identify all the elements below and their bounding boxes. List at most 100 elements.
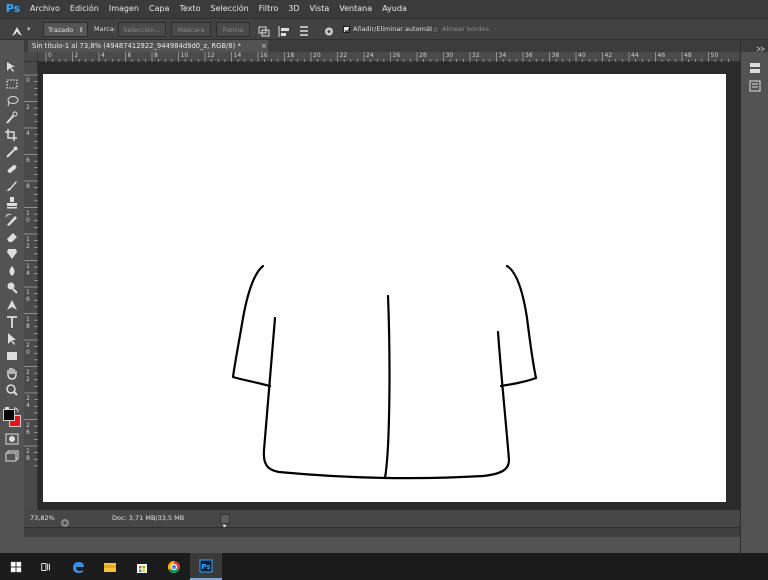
- eyedropper-tool-icon[interactable]: [4, 144, 20, 158]
- document-tab-bar: Sin título-1 al 73,8% (49487412922_94498…: [24, 40, 740, 52]
- ruler-left-label: 2: [26, 103, 30, 111]
- menu-edicion[interactable]: Edición: [65, 0, 104, 18]
- align-edges-checkbox[interactable]: [432, 26, 439, 33]
- swap-colors-icon[interactable]: [4, 399, 20, 413]
- chevron-updown-icon: ⇕: [78, 26, 84, 34]
- menu-imagen[interactable]: Imagen: [104, 0, 144, 18]
- right-panel-dock: [740, 40, 768, 553]
- document-size: Doc: 3,71 MB/33,5 MB: [112, 514, 185, 522]
- document-workspace[interactable]: [38, 62, 740, 510]
- status-info-icon[interactable]: [60, 513, 70, 527]
- timeline-panel-strip[interactable]: [24, 527, 740, 537]
- ruler-top-label: 28: [419, 52, 427, 59]
- ruler-left-label: 8: [26, 183, 30, 190]
- lasso-tool-icon[interactable]: [4, 93, 20, 107]
- windows-start-icon[interactable]: [0, 553, 32, 580]
- gear-icon[interactable]: [322, 23, 336, 36]
- auto-add-delete-checkbox[interactable]: [343, 26, 351, 34]
- ruler-top-label: 22: [339, 52, 348, 59]
- ruler-top-label: 0: [48, 52, 52, 59]
- layers-panel-icon[interactable]: [748, 60, 762, 74]
- tool-preset-chevron-icon[interactable]: ▾: [27, 22, 30, 37]
- gradient-tool-icon[interactable]: [4, 246, 20, 260]
- move-tool-icon[interactable]: [4, 59, 20, 73]
- menu-filtro[interactable]: Filtro: [254, 0, 284, 18]
- quick-mask-icon[interactable]: [4, 431, 20, 445]
- rectangle-tool-icon[interactable]: [4, 348, 20, 362]
- pen-icon[interactable]: [10, 23, 24, 36]
- quick-select-tool-icon[interactable]: [4, 110, 20, 124]
- ruler-top-label: 12: [207, 52, 215, 59]
- selection-button[interactable]: Selección...: [118, 22, 166, 37]
- ruler-top-label: 20: [313, 52, 321, 59]
- menu-texto[interactable]: Texto: [174, 0, 205, 18]
- ruler-left-label: 10: [26, 209, 30, 224]
- shape-button[interactable]: Forma: [216, 22, 250, 37]
- menu-ayuda[interactable]: Ayuda: [377, 0, 412, 18]
- screen-mode-icon[interactable]: [4, 448, 20, 462]
- dodge-tool-icon[interactable]: [4, 280, 20, 294]
- edge-browser-icon[interactable]: [62, 553, 94, 580]
- align-edges-label: Alinear bordes: [442, 25, 490, 33]
- hand-tool-icon[interactable]: [4, 365, 20, 380]
- ruler-left-label: 12: [26, 236, 30, 250]
- garment-sketch: [231, 264, 538, 480]
- zoom-level[interactable]: 73,82%: [30, 513, 55, 524]
- ruler-corner[interactable]: [24, 52, 38, 62]
- marquee-tool-icon[interactable]: [4, 76, 20, 90]
- menu-capa[interactable]: Capa: [144, 0, 174, 18]
- path-select-tool-icon[interactable]: [4, 331, 20, 345]
- ruler-top-label: 38: [551, 52, 560, 59]
- document-tab[interactable]: Sin título-1 al 73,8% (49487412922_94498…: [28, 40, 268, 52]
- menu-seleccion[interactable]: Selección: [206, 0, 254, 18]
- eraser-tool-icon[interactable]: [4, 229, 20, 243]
- ruler-top-label: 34: [498, 52, 507, 59]
- left-sleeve-line: [231, 264, 272, 388]
- path-arrangement-icon[interactable]: [297, 23, 311, 36]
- foreground-color-swatch[interactable]: [3, 409, 15, 421]
- menu-archivo[interactable]: Archivo: [25, 0, 65, 18]
- menu-ventana[interactable]: Ventana: [334, 0, 377, 18]
- ruler-top-label: 4: [101, 52, 105, 59]
- store-icon[interactable]: [126, 553, 158, 580]
- ruler-top-label: 16: [260, 52, 268, 59]
- chrome-icon[interactable]: [158, 553, 190, 580]
- ruler-left-label: 26: [26, 421, 30, 436]
- zoom-tool-icon[interactable]: [4, 382, 20, 396]
- stamp-tool-icon[interactable]: [4, 195, 20, 209]
- type-tool-icon[interactable]: [4, 314, 20, 328]
- healing-brush-tool-icon[interactable]: [4, 161, 20, 175]
- task-view-icon[interactable]: [30, 553, 62, 580]
- path-operations-icon[interactable]: [257, 23, 271, 37]
- ruler-top-label: 18: [286, 52, 295, 59]
- ruler-left-label: 4: [26, 130, 30, 137]
- ruler-top[interactable]: 0 2 4 6 8 10 12 14 16 18 20 22 24 26 28 30 32 34 36 38 40 42 4…: [38, 52, 740, 62]
- blur-tool-icon[interactable]: [4, 263, 20, 277]
- file-explorer-icon[interactable]: [94, 553, 126, 580]
- mask-button[interactable]: Máscara: [171, 22, 211, 37]
- ruler-top-label: 40: [578, 52, 586, 59]
- menu-vista[interactable]: Vista: [305, 0, 335, 18]
- document-canvas[interactable]: [43, 74, 726, 502]
- ruler-top-label: 46: [657, 52, 666, 59]
- history-brush-tool-icon[interactable]: [4, 212, 20, 226]
- path-alignment-icon[interactable]: [277, 23, 291, 37]
- menu-bar: Ps Archivo Edición Imagen Capa Texto Sel…: [0, 0, 768, 18]
- brush-tool-icon[interactable]: [4, 178, 20, 192]
- mode-select[interactable]: Trazado ⇕: [43, 22, 88, 37]
- ruler-top-label: 14: [233, 52, 242, 59]
- close-icon[interactable]: ×: [261, 40, 267, 52]
- ruler-left[interactable]: 0 2 4 6 8 10 12 14 16 18 20 22 24 26 28: [24, 62, 38, 510]
- ruler-top-label: 50: [710, 52, 719, 59]
- ruler-left-label: 14: [26, 262, 30, 277]
- menu-3d[interactable]: 3D: [283, 0, 304, 18]
- document-tab-title: Sin título-1 al 73,8% (49487412922_94498…: [32, 42, 241, 50]
- panel-dock-header[interactable]: [741, 40, 768, 52]
- status-menu-arrow-icon[interactable]: [220, 514, 230, 529]
- make-label: Marca:: [94, 25, 116, 33]
- photoshop-icon[interactable]: Ps: [190, 553, 222, 580]
- properties-panel-icon[interactable]: [748, 78, 762, 92]
- crop-tool-icon[interactable]: [4, 127, 20, 141]
- tools-panel: [0, 51, 24, 471]
- pen-tool-icon[interactable]: [4, 297, 20, 311]
